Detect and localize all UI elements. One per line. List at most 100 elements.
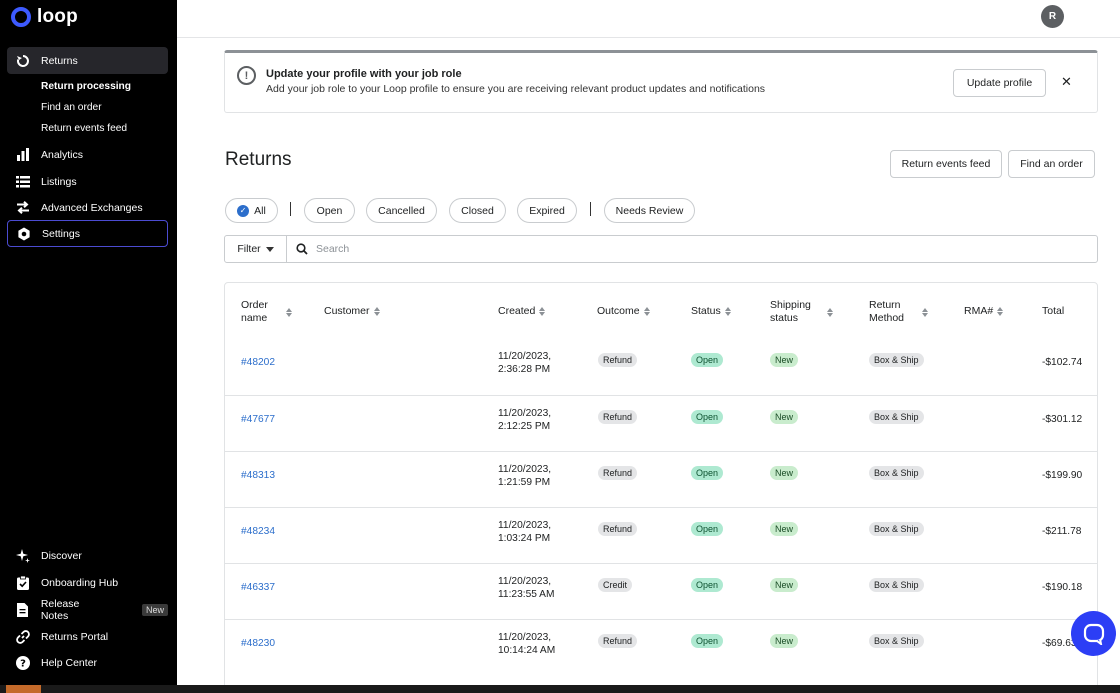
banner-text: Add your job role to your Loop profile t… [266, 83, 766, 95]
chip-divider [290, 202, 291, 216]
search-input[interactable] [316, 243, 1016, 255]
created-date: 11/20/2023, [498, 576, 552, 587]
chip-needs-review[interactable]: Needs Review [604, 198, 695, 223]
return-method-badge: Box & Ship [869, 466, 924, 480]
total-amount: -$301.12 [1042, 414, 1083, 425]
order-link[interactable]: #48313 [241, 469, 275, 482]
status-badge: Open [691, 578, 724, 592]
order-link[interactable]: #46337 [241, 581, 275, 594]
created-time: 1:03:24 PM [498, 533, 551, 544]
avatar[interactable]: R [1041, 5, 1064, 28]
list-icon [15, 174, 31, 190]
sort-icon [285, 307, 292, 317]
sort-icon [643, 307, 650, 316]
update-profile-button[interactable]: Update profile [953, 69, 1046, 97]
return-method-badge: Box & Ship [869, 634, 924, 648]
shipping-status-badge: New [770, 410, 799, 424]
col-header-total: Total [1042, 305, 1065, 317]
document-icon [15, 602, 31, 618]
col-header-order-name[interactable]: Order name [241, 299, 292, 325]
clipboard-check-icon [15, 575, 31, 591]
col-header-shipping-status[interactable]: Shipping status [770, 299, 833, 325]
status-badge: Open [691, 522, 724, 536]
order-link[interactable]: #48234 [241, 525, 275, 538]
created-time: 2:36:28 PM [498, 364, 551, 375]
find-an-order-button[interactable]: Find an order [1008, 150, 1095, 178]
return-method-badge: Box & Ship [869, 353, 924, 367]
col-header-outcome[interactable]: Outcome [597, 305, 650, 318]
table-row[interactable]: #48234 11/20/2023, 1:03:24 PM Refund Open New… [225, 507, 1097, 563]
table-row[interactable]: #48313 11/20/2023, 1:21:59 PM Refund Open New… [225, 451, 1097, 507]
chip-all[interactable]: ✓ All [225, 198, 278, 223]
chat-bubble-icon [1083, 623, 1104, 645]
shipping-status-badge: New [770, 522, 799, 536]
loop-logo-icon [11, 7, 31, 27]
created-date: 11/20/2023, [498, 351, 552, 362]
sidebar-subitem-return-events-feed[interactable]: Return events feed [41, 123, 127, 134]
search-icon [296, 243, 308, 255]
loop-logo[interactable]: loop [11, 6, 78, 28]
status-badge: Open [691, 410, 724, 424]
sidebar-item-settings[interactable]: Settings [7, 220, 168, 247]
chat-button[interactable] [1071, 611, 1116, 656]
sidebar-item-returns-portal[interactable]: Returns Portal [7, 623, 168, 650]
sidebar-item-release-notes[interactable]: Release Notes New [7, 596, 168, 623]
chip-closed[interactable]: Closed [449, 198, 506, 223]
outcome-badge: Refund [598, 353, 638, 367]
returns-table: Order name Customer Created Outcome Stat… [224, 282, 1098, 693]
info-icon: ! [237, 66, 256, 85]
status-badge: Open [691, 466, 724, 480]
sidebar-subitem-find-an-order[interactable]: Find an order [41, 102, 102, 113]
sparkle-icon [15, 548, 31, 564]
table-row[interactable]: #46337 11/20/2023, 11:23:55 AM Credit Open Ne… [225, 563, 1097, 619]
return-method-badge: Box & Ship [869, 578, 924, 592]
order-link[interactable]: #47677 [241, 413, 275, 426]
created-time: 1:21:59 PM [498, 477, 551, 488]
created-date: 11/20/2023, [498, 408, 552, 419]
banner-title: Update your profile with your job role [266, 68, 462, 80]
col-header-return-method[interactable]: Return Method [869, 299, 929, 325]
order-link[interactable]: #48202 [241, 356, 275, 369]
table-row[interactable]: #47677 11/20/2023, 2:12:25 PM Refund Open New… [225, 395, 1097, 451]
link-icon [15, 629, 31, 645]
top-bar [177, 0, 1120, 38]
shipping-status-badge: New [770, 634, 799, 648]
total-amount: -$190.18 [1042, 582, 1083, 593]
order-link[interactable]: #48230 [241, 637, 275, 650]
sidebar-item-returns[interactable]: Returns [7, 47, 168, 74]
sidebar-item-analytics[interactable]: Analytics [7, 141, 168, 168]
return-method-badge: Box & Ship [869, 522, 924, 536]
chip-open[interactable]: Open [304, 198, 355, 223]
col-header-customer[interactable]: Customer [324, 305, 380, 318]
table-row[interactable]: #48230 11/20/2023, 10:14:24 AM Refund Open Ne… [225, 619, 1097, 675]
exchange-arrows-icon [15, 200, 31, 216]
close-icon[interactable]: ✕ [1061, 74, 1072, 90]
chip-expired[interactable]: Expired [517, 198, 577, 223]
col-header-created[interactable]: Created [498, 305, 546, 318]
sidebar-item-listings[interactable]: Listings [7, 168, 168, 195]
total-amount: -$211.78 [1042, 526, 1082, 537]
sidebar-subitem-return-processing[interactable]: Return processing [41, 81, 131, 92]
outcome-badge: Refund [598, 522, 638, 536]
chip-cancelled[interactable]: Cancelled [366, 198, 437, 223]
help-icon: ? [15, 655, 31, 671]
col-header-status[interactable]: Status [691, 305, 731, 318]
outcome-badge: Refund [598, 466, 638, 480]
created-date: 11/20/2023, [498, 632, 552, 643]
col-header-rma[interactable]: RMA# [964, 305, 1004, 318]
outcome-badge: Refund [598, 634, 638, 648]
caret-down-icon [265, 246, 274, 252]
sort-icon [373, 307, 380, 316]
filter-dropdown[interactable]: Filter [225, 236, 287, 262]
sidebar-item-help-center[interactable]: ? Help Center [7, 649, 168, 676]
sidebar-item-discover[interactable]: Discover [7, 542, 168, 569]
chip-divider [590, 202, 591, 216]
table-row[interactable]: #48202 11/20/2023, 2:36:28 PM Refund Open New… [225, 339, 1097, 395]
shipping-status-badge: New [770, 578, 799, 592]
sidebar-item-onboarding-hub[interactable]: Onboarding Hub [7, 569, 168, 596]
return-events-feed-button[interactable]: Return events feed [890, 150, 1002, 178]
sort-icon [724, 307, 731, 316]
sidebar-item-advanced-exchanges[interactable]: Advanced Exchanges [7, 194, 168, 221]
created-time: 10:14:24 AM [498, 645, 556, 656]
taskbar-strip [0, 685, 1120, 693]
